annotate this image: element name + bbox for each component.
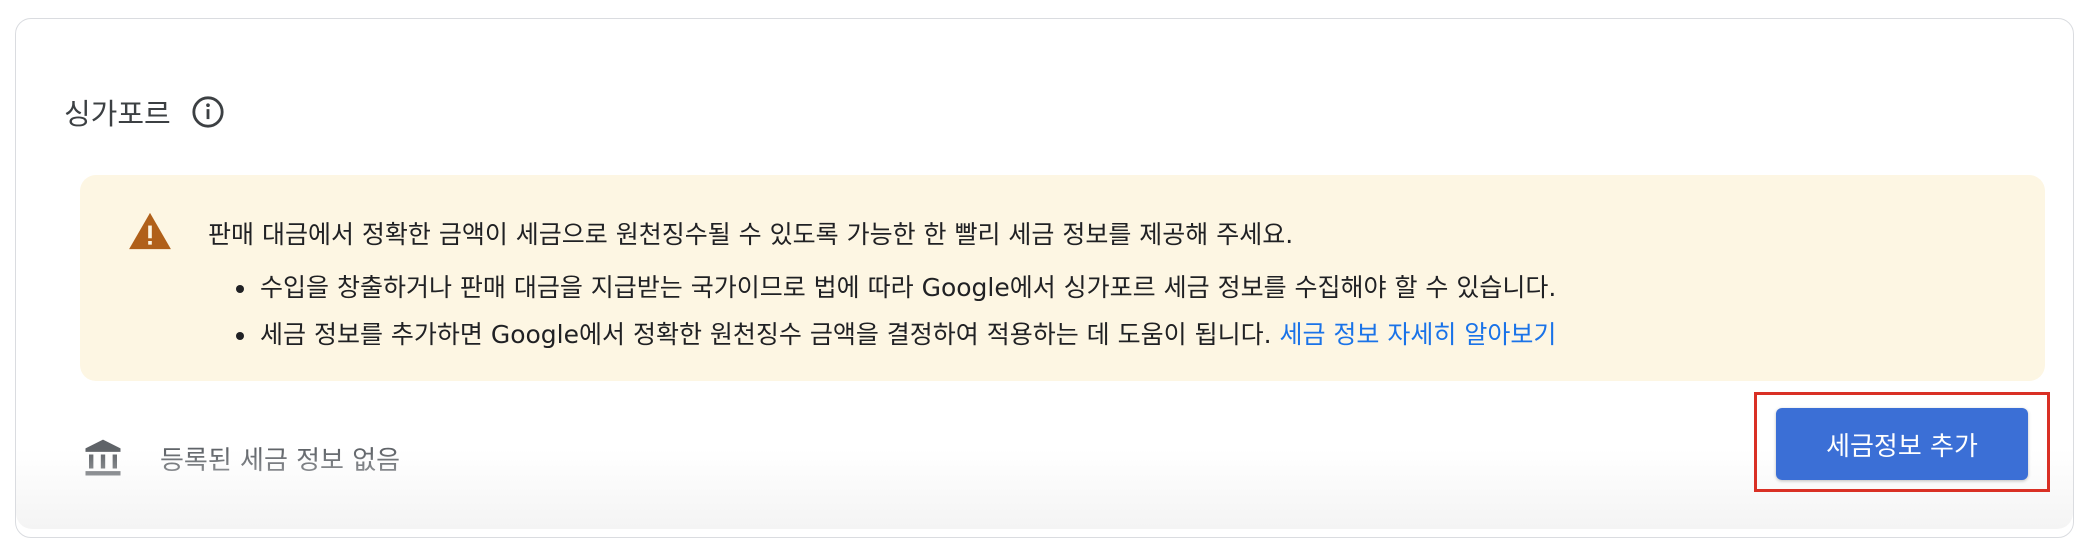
alert-bullet: 수입을 창출하거나 판매 대금을 지급받는 국가이므로 법에 따라 Google… [236,267,1557,314]
section-header: 싱가포르 [64,91,225,133]
add-tax-info-button[interactable]: 세금정보 추가 [1776,408,2028,480]
info-icon[interactable] [191,95,225,129]
bullet-dot [236,332,244,340]
warning-icon [129,212,171,250]
alert-bullet: 세금 정보를 추가하면 Google에서 정확한 원천징수 금액을 결정하여 적… [236,314,1556,361]
no-tax-info-text: 등록된 세금 정보 없음 [160,445,401,476]
alert-message: 판매 대금에서 정확한 금액이 세금으로 원천징수될 수 있도록 가능한 한 빨… [208,220,1294,249]
bank-icon [85,439,121,476]
alert-bullet-list: 수입을 창출하거나 판매 대금을 지급받는 국가이므로 법에 따라 Google… [236,267,1557,361]
learn-more-link[interactable]: 세금 정보 자세히 알아보기 [1279,320,1556,349]
tax-info-status: 등록된 세금 정보 없음 [82,437,400,479]
alert-bullet-text: 세금 정보를 추가하면 Google에서 정확한 원천징수 금액을 결정하여 적… [260,320,1272,349]
section-title: 싱가포르 [64,97,171,131]
alert-bullet-text: 수입을 창출하거나 판매 대금을 지급받는 국가이므로 법에 따라 Google… [260,273,1557,302]
warning-alert: 판매 대금에서 정확한 금액이 세금으로 원천징수될 수 있도록 가능한 한 빨… [80,175,2045,381]
bullet-dot [236,285,244,293]
